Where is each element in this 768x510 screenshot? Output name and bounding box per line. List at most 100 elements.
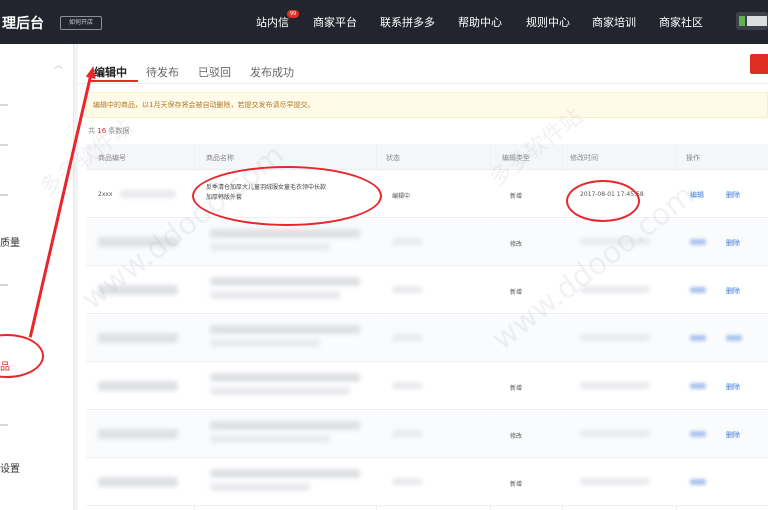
sidebar-marker (0, 424, 8, 426)
redacted-time (580, 334, 650, 341)
goods-edit-type: 新增 (510, 481, 523, 488)
redacted-name (210, 325, 360, 334)
col-modified-time: 修改时间 (570, 154, 598, 162)
edit-link[interactable] (690, 431, 706, 437)
edit-link[interactable] (690, 335, 706, 341)
redacted-status (392, 334, 422, 341)
tab-bar: 编辑中 待发布 已驳回 发布成功 (78, 44, 768, 84)
nav-inbox[interactable]: 站内信 (256, 14, 289, 30)
goods-edit-type: 修改 (510, 433, 523, 440)
redacted-status (392, 430, 422, 437)
account-avatar[interactable] (736, 12, 768, 30)
goods-edit-type: 修改 (510, 241, 523, 248)
redacted-name (210, 339, 320, 347)
record-count: 共 16 条数据 (88, 126, 129, 136)
col-edit-type: 编辑类型 (502, 154, 530, 162)
sidebar-item-settings[interactable]: 设置 (0, 460, 20, 475)
goods-edit-type: 新增 (510, 193, 523, 200)
edit-link[interactable] (690, 287, 706, 293)
top-bar: 理后台 如何开店 站内信 99 商家平台 联系拼多多 帮助中心 规则中心 商家培… (0, 0, 768, 44)
edit-link[interactable] (690, 479, 706, 485)
table-row[interactable]: 新增 (86, 459, 768, 506)
nav-rules-center[interactable]: 规则中心 (526, 14, 570, 30)
tab-published[interactable]: 发布成功 (250, 64, 294, 80)
redacted-id (98, 333, 178, 343)
count-suffix: 条数据 (108, 127, 130, 135)
edit-link[interactable] (690, 239, 706, 245)
redacted-id (98, 285, 178, 295)
tab-pending[interactable]: 待发布 (146, 64, 179, 80)
col-goods-id: 商品编号 (98, 154, 126, 162)
redacted-name (210, 243, 330, 251)
redacted-name (210, 483, 310, 491)
edit-link[interactable] (690, 383, 706, 389)
chevron-up-icon[interactable]: ︿ (54, 58, 63, 71)
goods-status: 编辑中 (392, 193, 411, 200)
app-root: 理后台 如何开店 站内信 99 商家平台 联系拼多多 帮助中心 规则中心 商家培… (0, 0, 768, 510)
delete-link[interactable]: 删除 (726, 382, 740, 392)
redacted-id (98, 237, 178, 247)
redacted-name (210, 229, 360, 238)
notice-banner: 编辑中的商品，以1月天保存将会被自动删除，若提交发布请尽早提交。 (86, 92, 768, 118)
tab-editing[interactable]: 编辑中 (94, 64, 127, 80)
avatar-mark (739, 16, 745, 26)
nav-contact[interactable]: 联系拼多多 (380, 14, 435, 30)
delete-link[interactable]: 删除 (726, 286, 740, 296)
sidebar: ︿ 质量 品 设置 (0, 44, 74, 510)
notice-text: 编辑中的商品，以1月天保存将会被自动删除，若提交发布请尽早提交。 (93, 101, 315, 109)
redacted-status (392, 382, 422, 389)
count-prefix: 共 (88, 127, 95, 135)
redacted-time (580, 382, 650, 389)
table-row[interactable]: 新增 删除 (86, 363, 768, 410)
goods-id: 2xxx (98, 191, 113, 198)
highlight-goods-name (192, 166, 382, 226)
redacted-name (210, 435, 330, 443)
goods-edit-type: 新增 (510, 385, 523, 392)
sidebar-item-quality[interactable]: 质量 (0, 234, 20, 249)
delete-link[interactable]: 删除 (726, 430, 740, 440)
redacted-status (392, 286, 422, 293)
table-row[interactable] (86, 315, 768, 362)
redacted-name (210, 421, 360, 430)
redacted-status (392, 238, 422, 245)
col-goods-name: 商品名称 (206, 154, 234, 162)
table-row[interactable]: 2xxx 反季清仓加厚大儿童羽绒服女童毛衣领中长款加厚韩版外套 编辑中 新增 2… (86, 171, 768, 218)
avatar-name-blur (747, 16, 767, 26)
count-number: 16 (97, 127, 107, 135)
action-button[interactable] (750, 54, 768, 74)
redacted-time (580, 286, 650, 293)
delete-link[interactable]: 删除 (726, 190, 740, 200)
tab-rejected[interactable]: 已驳回 (198, 64, 231, 80)
nav-help-center[interactable]: 帮助中心 (458, 14, 502, 30)
redacted-status (392, 478, 422, 485)
redacted-name (210, 469, 360, 478)
delete-link[interactable]: 删除 (726, 238, 740, 248)
edit-link[interactable]: 编辑 (690, 190, 704, 200)
redacted-id (98, 429, 178, 439)
sidebar-marker (0, 104, 8, 106)
redacted-name (210, 387, 350, 395)
redacted-id (98, 381, 178, 391)
table-row[interactable]: 修改 删除 (86, 411, 768, 458)
redacted-id (120, 190, 176, 198)
active-tab-indicator (88, 80, 138, 82)
sidebar-marker (0, 144, 8, 146)
redacted-name (210, 373, 360, 382)
redacted-name (210, 291, 340, 299)
nav-merchant-community[interactable]: 商家社区 (659, 14, 703, 30)
delete-link[interactable] (726, 335, 742, 341)
open-shop-button[interactable]: 如何开店 (60, 16, 102, 30)
main-panel: 编辑中 待发布 已驳回 发布成功 编辑中的商品，以1月天保存将会被自动删除，若提… (78, 44, 768, 510)
nav-merchant-training[interactable]: 商家培训 (592, 14, 636, 30)
redacted-time (580, 238, 650, 245)
redacted-time (580, 430, 650, 437)
col-actions: 操作 (686, 154, 700, 162)
table-row[interactable]: 新增 删除 (86, 267, 768, 314)
nav-merchant-platform[interactable]: 商家平台 (313, 14, 357, 30)
table-row[interactable]: 修改 删除 (86, 219, 768, 266)
redacted-time (580, 478, 650, 485)
goods-edit-type: 新增 (510, 289, 523, 296)
highlight-modified-time (566, 180, 640, 222)
sidebar-marker (0, 284, 8, 286)
table-header: 商品编号 商品名称 状态 编辑类型 修改时间 操作 (86, 144, 768, 170)
